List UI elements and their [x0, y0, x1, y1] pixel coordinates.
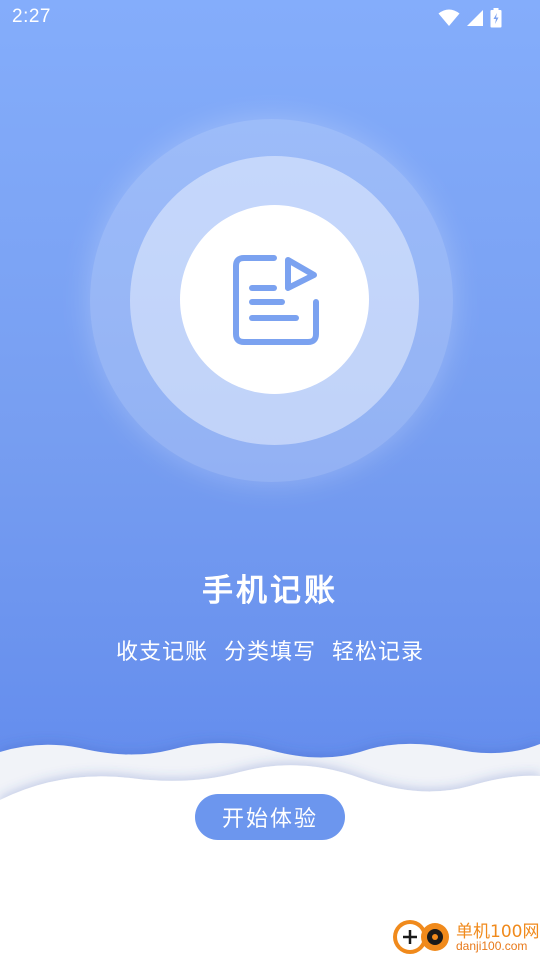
wifi-icon [438, 9, 460, 27]
splash-screen: 2:27 手机记账 收支记账 分类填写 轻松记录 开始体验 单机100网 dan… [0, 0, 540, 960]
start-button[interactable]: 开始体验 [195, 794, 345, 840]
status-bar: 2:27 [0, 0, 540, 36]
battery-charging-icon [490, 8, 502, 28]
cell-signal-icon [466, 9, 484, 27]
watermark-logo-icon [393, 920, 449, 954]
watermark: 单机100网 danji100.com [390, 915, 539, 957]
watermark-url: danji100.com [456, 939, 528, 953]
status-time: 2:27 [12, 6, 51, 27]
status-icons [438, 8, 502, 28]
app-tagline: 收支记账 分类填写 轻松记录 [116, 640, 424, 665]
app-title: 手机记账 [202, 573, 338, 609]
note-document-icon [233, 255, 319, 345]
